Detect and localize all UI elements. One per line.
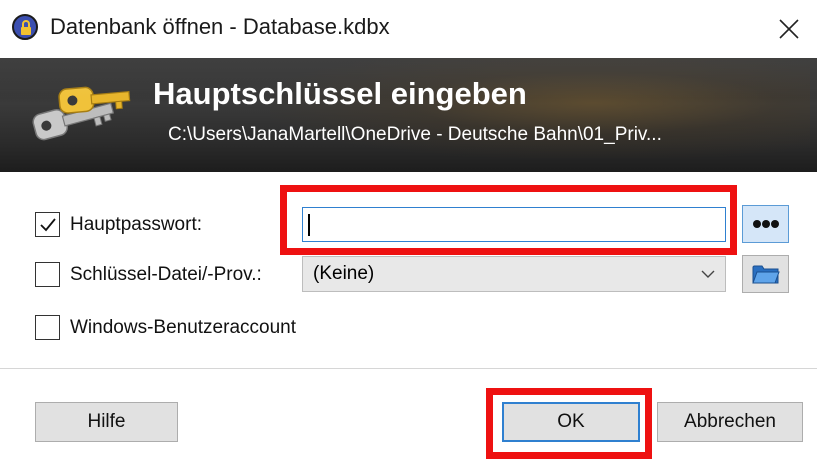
help-button[interactable]: Hilfe (35, 402, 178, 442)
close-icon[interactable] (778, 18, 800, 40)
title-bar: Datenbank öffnen - Database.kdbx (0, 0, 817, 58)
window-title: Datenbank öffnen - Database.kdbx (50, 14, 390, 39)
master-password-label: Hauptpasswort: (70, 214, 203, 235)
reveal-password-button[interactable] (742, 205, 789, 243)
folder-icon (751, 265, 780, 284)
keys-icon (32, 86, 131, 141)
header-banner: Hauptschlüssel eingeben C:\Users\JanaMar… (0, 58, 817, 172)
dialog-body: Hauptpasswort: Schlüssel-Datei/-Prov.: (… (0, 172, 817, 468)
checkmark-icon (40, 218, 56, 232)
close-button[interactable] (761, 0, 817, 58)
browse-key-file-button[interactable] (742, 255, 789, 293)
banner-title: Hauptschlüssel eingeben (153, 76, 527, 111)
key-file-label: Schlüssel-Datei/-Prov.: (70, 264, 262, 285)
master-password-checkbox[interactable] (35, 212, 60, 237)
database-path: C:\Users\JanaMartell\OneDrive - Deutsche… (168, 124, 662, 145)
windows-account-checkbox[interactable] (35, 315, 60, 340)
key-file-dropdown[interactable]: (Keine) (302, 256, 726, 292)
keepass-lock-icon (12, 14, 38, 40)
highlight-box-ok (486, 388, 652, 459)
key-file-checkbox[interactable] (35, 262, 60, 287)
chevron-down-icon (701, 270, 715, 278)
separator (0, 368, 817, 369)
dots-icon (752, 220, 779, 228)
key-file-selected: (Keine) (313, 263, 375, 284)
highlight-box-password (280, 185, 737, 255)
windows-account-label: Windows-Benutzeraccount (70, 317, 296, 338)
cancel-button[interactable]: Abbrechen (657, 402, 803, 442)
